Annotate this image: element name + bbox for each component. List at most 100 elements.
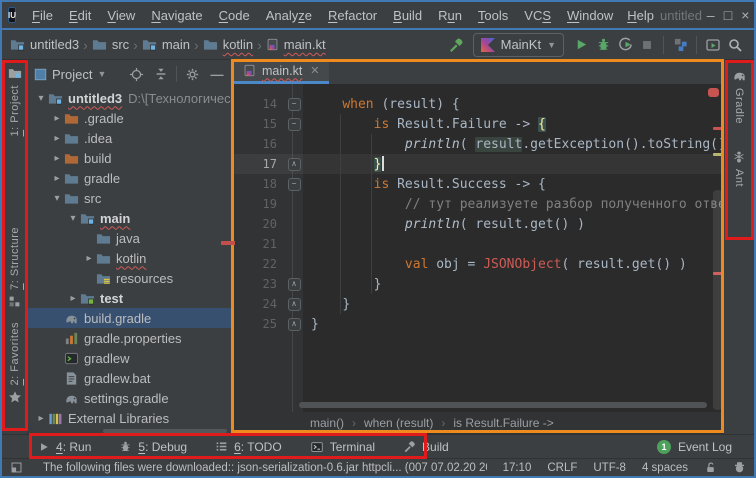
tool-window-button-ant[interactable]: Ant [732,150,746,187]
tree-item--gradle[interactable]: ▸.gradle [28,108,233,128]
tool-window-button-structure[interactable]: 7: Structure [8,227,21,308]
code-line-18[interactable]: 18− is Result.Success -> { [233,174,723,194]
breadcrumb-item-main[interactable]: main [142,37,190,52]
locate-file-icon[interactable] [126,64,146,84]
project-structure-icon[interactable] [669,34,691,56]
run-tool-window-icon[interactable] [702,34,724,56]
maximize-button[interactable]: □ [719,7,736,23]
hector-inspections-icon[interactable] [733,461,746,474]
menu-tools[interactable]: Tools [470,8,516,23]
code-area[interactable]: 14− when (result) {15− is Result.Failure… [233,84,723,412]
event-log-button[interactable]: 1 Event Log [657,440,744,454]
fold-marker-icon[interactable]: ∧ [288,278,301,291]
coverage-button[interactable] [614,34,636,56]
breadcrumb-item-kotlin[interactable]: kotlin [203,37,253,52]
tree-item-test[interactable]: ▸test [28,288,233,308]
editor-hscrollbar[interactable] [299,402,707,408]
menu-navigate[interactable]: Navigate [143,8,210,23]
code-line-17[interactable]: 17∧ } [233,154,723,174]
search-everywhere-icon[interactable] [724,34,746,56]
menu-run[interactable]: Run [430,8,470,23]
fold-marker-icon[interactable]: − [288,118,301,131]
gear-icon[interactable] [182,64,202,84]
tool-window-button-build[interactable]: Build [403,440,449,454]
editor-breadcrumb-item[interactable]: when (result) [364,416,433,430]
tree-item-main[interactable]: ▾main [28,208,233,228]
tree-item-gradle[interactable]: ▸gradle [28,168,233,188]
tree-toggle-icon[interactable]: ▸ [34,413,48,424]
code-line-24[interactable]: 24∧ } [233,294,723,314]
hide-panel-icon[interactable]: — [207,64,227,84]
menu-refactor[interactable]: Refactor [320,8,385,23]
tool-window-button-debug[interactable]: 5: Debug [119,440,187,454]
menu-build[interactable]: Build [385,8,430,23]
tree-item-gradlew[interactable]: gradlew [28,348,233,368]
minimize-button[interactable]: – [702,7,719,23]
tree-toggle-icon[interactable]: ▸ [50,133,64,144]
tree-item-settings-gradle[interactable]: settings.gradle [28,388,233,408]
tree-item--idea[interactable]: ▸.idea [28,128,233,148]
tool-window-button-project[interactable]: 1: Project [8,66,22,136]
close-button[interactable]: × [737,7,754,23]
tree-item-External-Libraries[interactable]: ▸External Libraries [28,408,233,428]
error-indicator[interactable] [708,88,719,97]
project-view-label[interactable]: Project [52,67,92,82]
tree-item-build-gradle[interactable]: build.gradle [28,308,233,328]
debug-button[interactable] [592,34,614,56]
build-hammer-icon[interactable] [445,34,467,56]
menu-edit[interactable]: Edit [61,8,99,23]
tab-main-kt[interactable]: main.kt ✕ [234,60,329,84]
tree-item-untitled3[interactable]: ▾untitled3 D:\[Технологический [28,88,233,108]
code-line-21[interactable]: 21 [233,234,723,254]
menu-code[interactable]: Code [211,8,258,23]
tool-window-button-gradle[interactable]: Gradle [732,68,747,124]
tree-toggle-icon[interactable]: ▸ [50,153,64,164]
warning-stripe-mark[interactable] [713,153,722,156]
tree-toggle-icon[interactable]: ▸ [66,293,80,304]
code-line-19[interactable]: 19 // тут реализуете разбор полученного … [233,194,723,214]
line-ending-widget[interactable]: CRLF [547,462,577,474]
breadcrumb-item-main-kt[interactable]: main.kt [266,37,326,52]
tree-toggle-icon[interactable]: ▾ [34,93,48,104]
fold-marker-icon[interactable]: ∧ [288,298,301,311]
run-button[interactable] [570,34,592,56]
fold-marker-icon[interactable]: − [288,178,301,191]
indent-widget[interactable]: 4 spaces [642,462,688,474]
menu-vcs[interactable]: VCS [516,8,559,23]
code-line-25[interactable]: 25∧} [233,314,723,334]
project-tree-hscrollbar[interactable] [103,429,227,433]
fold-marker-icon[interactable]: ∧ [288,158,301,171]
editor-vscrollbar[interactable] [713,190,722,410]
tree-item-resources[interactable]: resources [28,268,233,288]
tool-window-button-terminal[interactable]: Terminal [310,440,375,454]
tree-toggle-icon[interactable]: ▾ [66,213,80,224]
code-line-14[interactable]: 14− when (result) { [233,94,723,114]
chevron-down-icon[interactable]: ▼ [97,69,106,79]
fold-marker-icon[interactable]: ∧ [288,318,301,331]
status-message[interactable]: The following files were downloaded:: js… [43,462,487,474]
menu-window[interactable]: Window [559,8,621,23]
code-line-16[interactable]: 16 println( result.getException().toStri… [233,134,723,154]
tree-toggle-icon[interactable]: ▸ [50,113,64,124]
breadcrumb-item-untitled3[interactable]: untitled3 [10,37,79,52]
tree-toggle-icon[interactable]: ▸ [50,173,64,184]
error-stripe-mark[interactable] [713,127,722,130]
fold-marker-icon[interactable]: − [288,98,301,111]
close-icon[interactable]: ✕ [310,64,319,77]
menu-analyze[interactable]: Analyze [258,8,320,23]
tool-window-switcher-icon[interactable] [10,461,23,474]
code-line-23[interactable]: 23∧ } [233,274,723,294]
tool-window-button-favorites[interactable]: 2: Favorites [8,322,22,404]
menu-help[interactable]: Help [621,8,654,23]
tool-window-button-run[interactable]: 4: Run [38,440,91,454]
collapse-all-icon[interactable] [151,64,171,84]
tree-toggle-icon[interactable]: ▸ [82,253,96,264]
code-line-22[interactable]: 22 val obj = JSONObject( result.get() ) [233,254,723,274]
tree-item-java[interactable]: java [28,228,233,248]
lock-icon[interactable] [704,461,717,474]
breadcrumb-item-src[interactable]: src [92,37,129,52]
encoding-widget[interactable]: UTF-8 [593,462,626,474]
stop-button[interactable] [636,34,658,56]
editor-breadcrumb-item[interactable]: is Result.Failure -> [453,416,553,430]
menu-file[interactable]: File [24,8,61,23]
